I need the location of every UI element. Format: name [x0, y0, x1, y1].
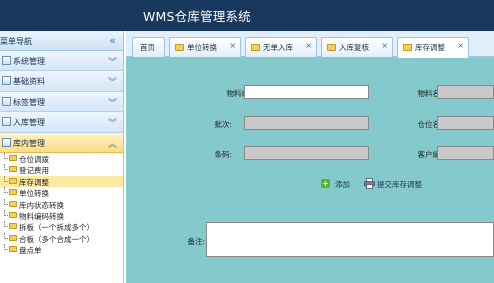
barcode-label: 条码:	[214, 150, 232, 159]
menu-group-inbound[interactable]: 入库管理 ︾	[0, 112, 123, 133]
batch-label: 批次:	[214, 120, 232, 129]
remark-label: 备注:	[187, 237, 205, 246]
location-name-input[interactable]	[437, 116, 494, 130]
folder-icon	[9, 177, 17, 184]
folder-icon	[2, 96, 11, 106]
folder-icon	[327, 44, 336, 51]
submenu-item-label: 合板（多个合成一个）	[19, 234, 94, 244]
sidebar-title: 菜单导航	[0, 37, 32, 46]
tab-label: 首页	[140, 43, 155, 52]
content-area: 首页 单位转换 × 无单入库 × 入库复核 × 库存调整 × 物料编码: 物料名…	[126, 31, 494, 283]
collapse-left-icon[interactable]: «	[109, 34, 116, 47]
folder-icon	[2, 137, 11, 147]
menu-group-basic-data[interactable]: 基础资料 ︾	[0, 71, 123, 92]
submenu-item-label: 物料编码转换	[19, 211, 64, 221]
sidebar-header: 菜单导航 «	[0, 31, 123, 51]
submenu-item-location-transfer[interactable]: 仓位调拨	[0, 152, 123, 164]
submenu-item-stocktake[interactable]: 盘点单	[0, 244, 123, 255]
chevron-down-icon: ︾	[107, 98, 117, 109]
folder-icon	[2, 76, 11, 86]
submenu-list: 仓位调拨 登记费用 库存调整 单位转换 库内状态转换 物料编码转换 拆板（一个拆…	[0, 152, 123, 256]
folder-icon	[9, 246, 17, 253]
menu-group-label: 入库管理	[13, 118, 45, 128]
submenu-item-label: 单位转换	[19, 189, 49, 199]
close-icon[interactable]: ×	[229, 41, 236, 50]
folder-icon	[175, 44, 184, 51]
app-title: WMS仓库管理系统	[143, 9, 251, 24]
menu-group-label: 系统管理	[13, 57, 45, 66]
menu-group-label: 库内管理	[13, 138, 45, 148]
tab-label: 入库复核	[339, 43, 369, 52]
submit-adjust-button[interactable]: 提交库存调整	[364, 178, 440, 190]
folder-icon	[9, 200, 17, 207]
submenu-item-label: 库存调整	[19, 177, 49, 187]
batch-input[interactable]	[244, 116, 369, 130]
folder-icon	[9, 234, 17, 241]
close-icon[interactable]: ×	[457, 41, 464, 50]
chevron-down-icon: ︾	[107, 119, 117, 130]
folder-icon	[9, 223, 17, 230]
tab-label: 无单入库	[263, 43, 293, 52]
tab-strip: 首页 单位转换 × 无单入库 × 入库复核 × 库存调整 ×	[126, 31, 494, 58]
tab-no-order-inbound[interactable]: 无单入库 ×	[245, 37, 317, 57]
tab-stock-adjust[interactable]: 库存调整 ×	[397, 37, 469, 58]
folder-icon	[9, 166, 17, 173]
printer-icon	[364, 178, 375, 189]
submenu-item-label: 登记费用	[19, 166, 49, 176]
menu-group-system[interactable]: 系统管理 ︾	[0, 51, 123, 72]
menu-group-label: 标签管理	[13, 97, 45, 107]
chevron-up-icon: ︽	[107, 139, 117, 150]
folder-icon	[9, 211, 17, 218]
sidebar: 菜单导航 « 系统管理 ︾ 基础资料 ︾ 标签管理 ︾ 入库管理 ︾ 库内管理 …	[0, 31, 124, 283]
barcode-input[interactable]	[244, 146, 369, 160]
menu-group-labels[interactable]: 标签管理 ︾	[0, 91, 123, 113]
submenu-item-label: 拆板（一个拆成多个）	[19, 223, 94, 233]
menu-group-in-warehouse[interactable]: 库内管理 ︽	[0, 132, 123, 153]
folder-icon	[403, 44, 412, 51]
tab-home[interactable]: 首页	[132, 37, 165, 57]
chevron-down-icon: ︾	[107, 78, 117, 89]
submenu-item-label: 仓位调拨	[19, 154, 49, 164]
remark-textarea[interactable]	[206, 222, 494, 257]
folder-icon	[2, 117, 11, 127]
tab-label: 库存调整	[415, 43, 445, 52]
material-code-input[interactable]	[244, 85, 369, 99]
submenu-item-register-fee[interactable]: 登记费用	[0, 164, 123, 175]
tab-unit-convert[interactable]: 单位转换 ×	[169, 37, 241, 57]
plus-icon	[321, 179, 330, 188]
close-icon[interactable]: ×	[381, 41, 388, 50]
chevron-down-icon: ︾	[107, 58, 117, 68]
submenu-item-label: 库内状态转换	[19, 200, 64, 210]
folder-icon	[251, 44, 260, 51]
close-icon[interactable]: ×	[305, 41, 312, 50]
folder-icon	[9, 189, 17, 196]
tab-inbound-review[interactable]: 入库复核 ×	[321, 37, 393, 57]
submenu-item-stock-adjust[interactable]: 库存调整	[0, 175, 123, 188]
folder-icon	[2, 56, 11, 65]
submenu-item-split-pallet[interactable]: 拆板（一个拆成多个）	[0, 221, 123, 232]
top-header: WMS仓库管理系统	[0, 0, 494, 31]
submenu-item-merge-pallet[interactable]: 合板（多个合成一个）	[0, 232, 123, 244]
submenu-item-unit-convert[interactable]: 单位转换	[0, 187, 123, 198]
material-name-input[interactable]	[437, 85, 494, 99]
submit-button-label: 提交库存调整	[377, 180, 422, 189]
submenu-item-status-convert[interactable]: 库内状态转换	[0, 198, 123, 210]
add-button[interactable]: 添加	[321, 178, 357, 190]
submenu-item-code-convert[interactable]: 物料编码转换	[0, 209, 123, 221]
add-button-label: 添加	[335, 180, 350, 189]
folder-icon	[9, 154, 17, 161]
tab-label: 单位转换	[187, 43, 217, 52]
menu-group-label: 基础资料	[13, 77, 45, 87]
customer-code-input[interactable]	[437, 146, 494, 160]
submenu-item-label: 盘点单	[19, 246, 42, 256]
